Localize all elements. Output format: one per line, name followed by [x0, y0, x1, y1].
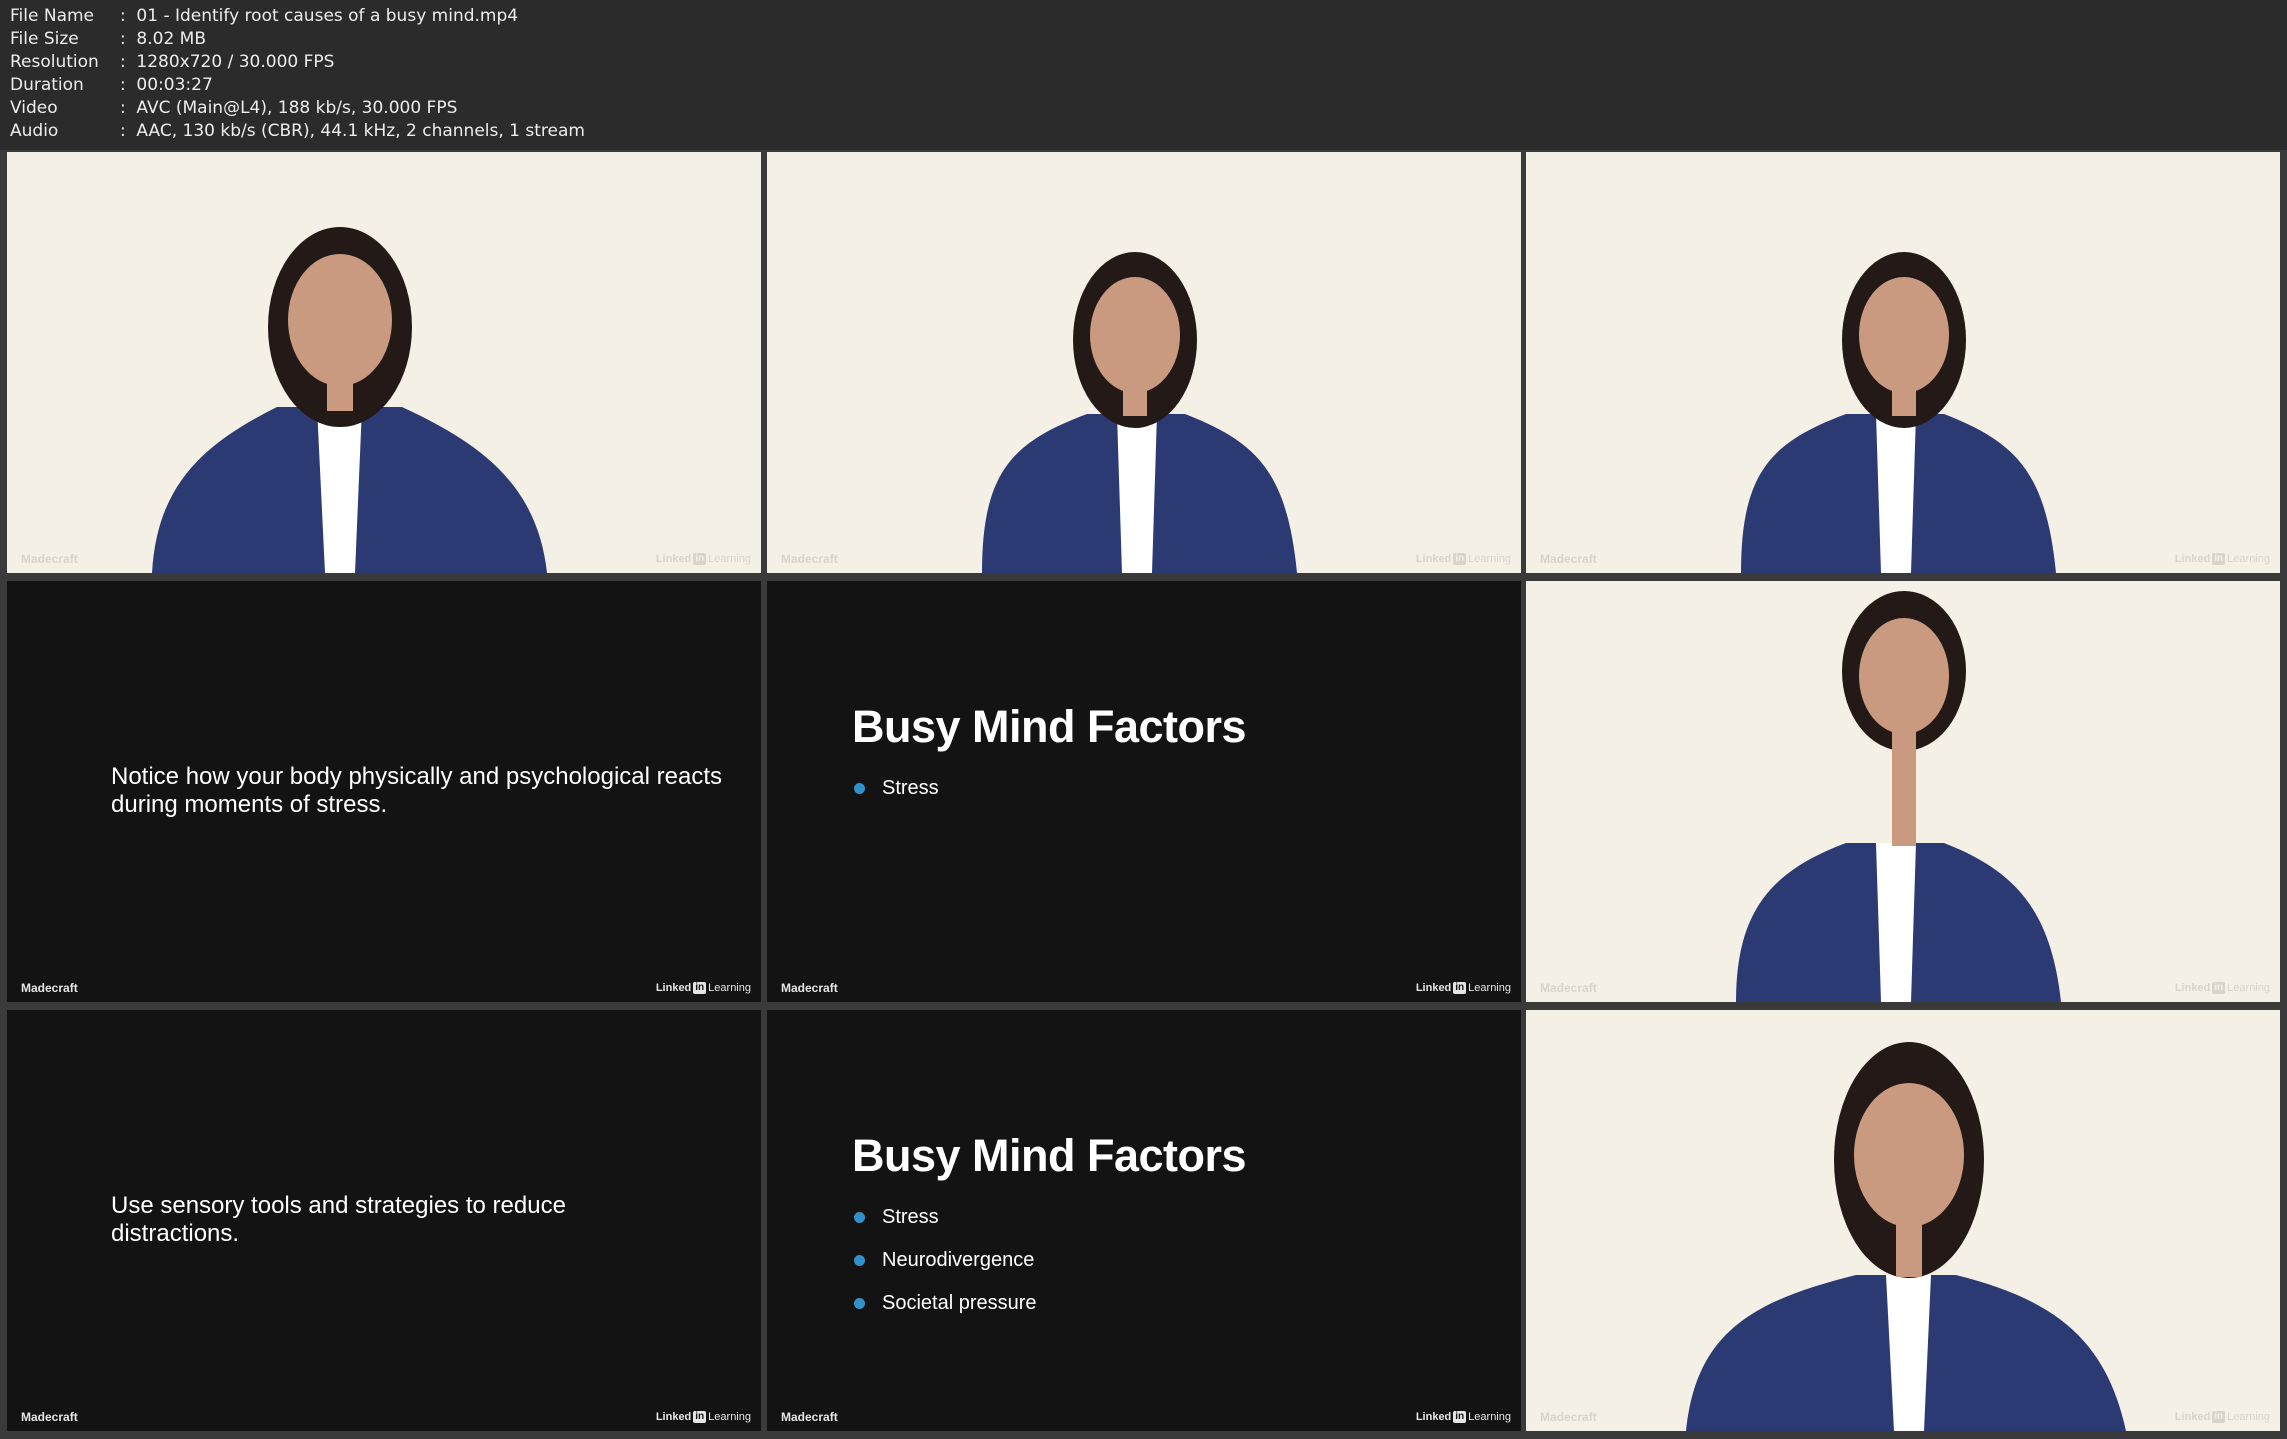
thumbnail-8[interactable]: Busy Mind Factors Stress Neurodivergence… — [767, 1010, 1521, 1431]
linkedin-logo-icon: in — [693, 982, 707, 994]
bullet-dot-icon — [854, 1255, 865, 1266]
watermark-linkedin-learning: Linked in Learning — [2174, 982, 2270, 994]
bullet-item: Stress — [852, 1205, 1037, 1248]
thumbnail-1[interactable]: Madecraft Linked in Learning — [7, 152, 761, 573]
info-audio: Audio: AAC, 130 kb/s (CBR), 44.1 kHz, 2 … — [10, 121, 585, 141]
watermark-madecraft: Madecraft — [781, 552, 838, 566]
thumbnail-2[interactable]: Madecraft Linked in Learning — [767, 152, 1521, 573]
watermark-madecraft: Madecraft — [1540, 552, 1597, 566]
info-file-size: File Size: 8.02 MB — [10, 29, 206, 49]
info-duration: Duration: 00:03:27 — [10, 75, 213, 95]
linkedin-logo-icon: in — [1453, 982, 1467, 994]
thumbnail-6[interactable]: Madecraft Linked in Learning — [1526, 581, 2280, 1002]
linkedin-logo-icon: in — [2212, 982, 2226, 994]
bullet-dot-icon — [854, 1212, 865, 1223]
watermark-linkedin-learning: Linked in Learning — [1415, 982, 1511, 994]
watermark-linkedin-learning: Linked in Learning — [1415, 1411, 1511, 1423]
watermark-linkedin-learning: Linked in Learning — [655, 553, 751, 565]
info-video: Video: AVC (Main@L4), 188 kb/s, 30.000 F… — [10, 98, 458, 118]
slide-bullet-list: Stress Neurodivergence Societal pressure — [852, 1205, 1037, 1334]
thumbnail-4[interactable]: Notice how your body physically and psyc… — [7, 581, 761, 1002]
media-info-header: File Name: 01 - Identify root causes of … — [0, 0, 2287, 150]
watermark-madecraft: Madecraft — [781, 981, 838, 995]
watermark-linkedin-learning: Linked in Learning — [655, 1411, 751, 1423]
watermark-linkedin-learning: Linked in Learning — [655, 982, 751, 994]
linkedin-logo-icon: in — [2212, 1411, 2226, 1423]
watermark-linkedin-learning: Linked in Learning — [1415, 553, 1511, 565]
person-figure-icon — [1741, 252, 2056, 573]
slide-title: Busy Mind Factors — [852, 1130, 1247, 1181]
slide-title: Busy Mind Factors — [852, 701, 1247, 752]
person-figure-icon — [1736, 591, 2061, 1002]
linkedin-logo-icon: in — [693, 1411, 707, 1423]
watermark-madecraft: Madecraft — [21, 1410, 78, 1424]
thumbnail-7[interactable]: Use sensory tools and strategies to redu… — [7, 1010, 761, 1431]
slide-quote-text: Use sensory tools and strategies to redu… — [111, 1192, 566, 1247]
person-figure-icon — [152, 227, 547, 573]
thumbnail-3[interactable]: Madecraft Linked in Learning — [1526, 152, 2280, 573]
bullet-dot-icon — [854, 783, 865, 794]
thumbnail-9[interactable]: Madecraft Linked in Learning — [1526, 1010, 2280, 1431]
bullet-item: Neurodivergence — [852, 1248, 1037, 1291]
linkedin-logo-icon: in — [693, 553, 707, 565]
slide-bullet-list: Stress — [852, 776, 939, 819]
linkedin-logo-icon: in — [2212, 553, 2226, 565]
watermark-madecraft: Madecraft — [781, 1410, 838, 1424]
thumbnail-5[interactable]: Busy Mind Factors Stress Madecraft Linke… — [767, 581, 1521, 1002]
person-figure-icon — [982, 252, 1297, 573]
info-resolution: Resolution: 1280x720 / 30.000 FPS — [10, 52, 335, 72]
watermark-madecraft: Madecraft — [1540, 1410, 1597, 1424]
person-figure-icon — [1686, 1042, 2126, 1431]
bullet-item: Societal pressure — [852, 1291, 1037, 1334]
watermark-linkedin-learning: Linked in Learning — [2174, 1411, 2270, 1423]
watermark-madecraft: Madecraft — [1540, 981, 1597, 995]
info-file-name: File Name: 01 - Identify root causes of … — [10, 6, 519, 26]
bullet-dot-icon — [854, 1298, 865, 1309]
watermark-linkedin-learning: Linked in Learning — [2174, 553, 2270, 565]
watermark-madecraft: Madecraft — [21, 981, 78, 995]
slide-quote-text: Notice how your body physically and psyc… — [111, 763, 722, 818]
linkedin-logo-icon: in — [1453, 553, 1467, 565]
bullet-item: Stress — [852, 776, 939, 819]
linkedin-logo-icon: in — [1453, 1411, 1467, 1423]
watermark-madecraft: Madecraft — [21, 552, 78, 566]
